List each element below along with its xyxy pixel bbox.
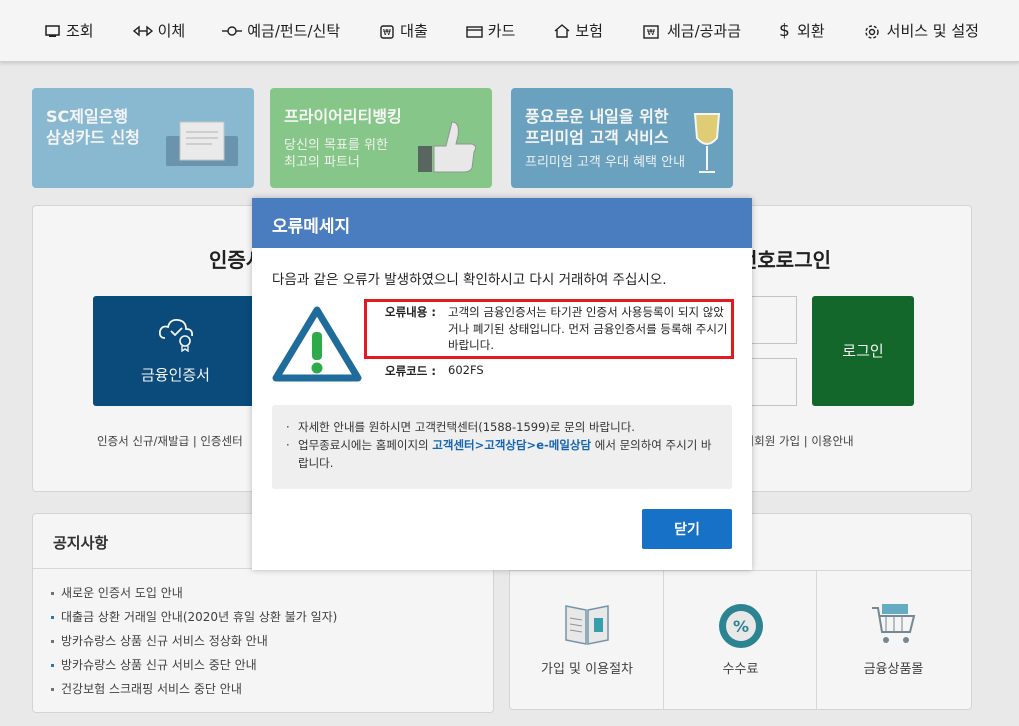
error-message: 다음과 같은 오류가 발생하였으니 확인하시고 다시 거래하여 주십시오. [272,272,667,288]
info-row: · 자세한 안내를 원하시면 고객컨택센터(1588-1599)로 문의 바랍니다… [286,420,635,434]
error-modal: 오류메세지 다음과 같은 오류가 발생하였으니 확인하시고 다시 거래하여 주십… [252,198,752,570]
modal-title: 오류메세지 [252,198,752,248]
info-box: · 자세한 안내를 원하시면 고객컨택센터(1588-1599)로 문의 바랍니다… [272,405,732,489]
error-code-value: 602FS [448,363,484,377]
error-label: 오류내용 : [385,305,436,319]
error-code-label: 오류코드 : [385,364,436,378]
info-row: · 업무종료시에는 홈페이지의 고객센터>고객상담>e-메일상담 에서 문의하여 … [286,438,712,470]
close-button[interactable]: 닫기 [642,509,732,549]
warning-icon [272,306,362,382]
email-consult-link[interactable]: 고객센터>고객상담>e-메일상담 [432,438,591,452]
error-text: 고객의 금융인증서는 타기관 인증서 사용등록이 되지 않았거나 폐기된 상태입… [448,305,728,352]
